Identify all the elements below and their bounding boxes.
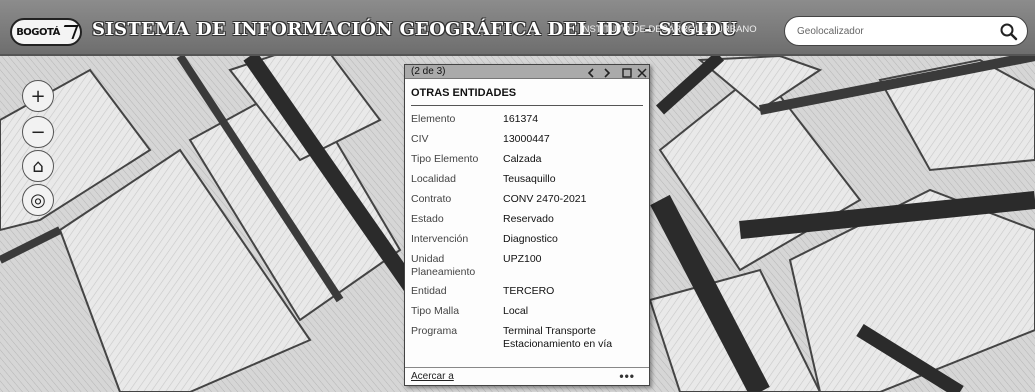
feature-popup: (2 de 3) OTRAS ENTIDADES Elemento 161374 … bbox=[404, 64, 650, 386]
zoom-in-button[interactable]: + bbox=[22, 80, 54, 112]
attribute-row: Estado Reservado bbox=[411, 213, 645, 233]
attribute-value: Terminal Transporte Estacionamiento en v… bbox=[503, 325, 613, 350]
attribute-key: Tipo Elemento bbox=[411, 153, 479, 165]
home-button[interactable]: ⌂ bbox=[22, 150, 54, 182]
geolocator-search bbox=[784, 16, 1028, 46]
previous-feature-button[interactable] bbox=[585, 66, 597, 78]
next-feature-button[interactable] bbox=[601, 66, 613, 78]
locate-button[interactable]: ◎ bbox=[22, 184, 54, 216]
logo-mark-icon bbox=[59, 25, 79, 39]
popup-counter: (2 de 3) bbox=[411, 66, 446, 77]
attribute-key: Unidad Planeamiento bbox=[411, 253, 476, 278]
search-icon bbox=[1000, 23, 1018, 41]
popup-footer: Acercar a ••• bbox=[405, 367, 649, 385]
popup-header: (2 de 3) bbox=[405, 65, 649, 79]
zoom-to-link[interactable]: Acercar a bbox=[411, 371, 454, 382]
zoom-out-button[interactable]: − bbox=[22, 116, 54, 148]
popup-title-divider bbox=[411, 105, 643, 106]
attribute-key: Elemento bbox=[411, 113, 456, 125]
attribute-key: Contrato bbox=[411, 193, 452, 205]
attribute-value: Diagnostico bbox=[503, 233, 558, 245]
home-icon: ⌂ bbox=[32, 155, 44, 177]
more-options-icon[interactable]: ••• bbox=[619, 369, 635, 383]
attribute-row: Tipo Malla Local bbox=[411, 305, 645, 325]
locate-icon: ◎ bbox=[30, 189, 46, 211]
bogota-logo[interactable]: BOGOTÁ bbox=[10, 18, 82, 46]
chevron-right-icon bbox=[604, 68, 611, 78]
attribute-row: Contrato CONV 2470-2021 bbox=[411, 193, 645, 213]
minus-icon: − bbox=[30, 121, 46, 143]
attribute-key: Estado bbox=[411, 213, 444, 225]
attribute-value: UPZ100 bbox=[503, 253, 542, 265]
attribute-key: Entidad bbox=[411, 285, 447, 297]
search-button[interactable] bbox=[999, 22, 1019, 42]
attribute-row: Entidad TERCERO bbox=[411, 285, 645, 305]
attribute-value: Reservado bbox=[503, 213, 554, 225]
dock-button[interactable] bbox=[621, 66, 633, 78]
attribute-row: Elemento 161374 bbox=[411, 113, 645, 133]
attribute-row: Tipo Elemento Calzada bbox=[411, 153, 645, 173]
attribute-table: Elemento 161374 CIV 13000447 Tipo Elemento… bbox=[411, 113, 645, 355]
attribute-key: Intervención bbox=[411, 233, 469, 245]
close-icon bbox=[637, 68, 647, 78]
dock-icon bbox=[622, 68, 632, 78]
attribute-key: Tipo Malla bbox=[411, 305, 460, 317]
attribute-row: Programa Terminal Transporte Estacionamie… bbox=[411, 325, 645, 355]
search-input[interactable] bbox=[797, 23, 987, 39]
attribute-value: CONV 2470-2021 bbox=[503, 193, 587, 205]
plus-icon: + bbox=[30, 85, 46, 107]
logo-text: BOGOTÁ bbox=[16, 26, 60, 38]
attribute-row: Intervención Diagnostico bbox=[411, 233, 645, 253]
attribute-key: Programa bbox=[411, 325, 458, 337]
app-header: BOGOTÁ SISTEMA DE INFORMACIÓN GEOGRÁFICA… bbox=[0, 0, 1035, 56]
attribute-value: Calzada bbox=[503, 153, 542, 165]
attribute-value: Local bbox=[503, 305, 529, 317]
attribute-key: Localidad bbox=[411, 173, 456, 185]
attribute-value: 161374 bbox=[503, 113, 539, 125]
close-popup-button[interactable] bbox=[636, 66, 648, 78]
attribute-value: Teusaquillo bbox=[503, 173, 556, 185]
popup-title: OTRAS ENTIDADES bbox=[411, 87, 517, 99]
app-subtitle: INSTITUTO DE DESARROLLO URBANO bbox=[580, 24, 757, 35]
chevron-left-icon bbox=[587, 68, 594, 78]
attribute-row: Localidad Teusaquillo bbox=[411, 173, 645, 193]
attribute-row: Unidad Planeamiento UPZ100 bbox=[411, 253, 645, 285]
attribute-row: CIV 13000447 bbox=[411, 133, 645, 153]
attribute-value: TERCERO bbox=[503, 285, 555, 297]
attribute-value: 13000447 bbox=[503, 133, 550, 145]
attribute-key: CIV bbox=[411, 133, 429, 145]
